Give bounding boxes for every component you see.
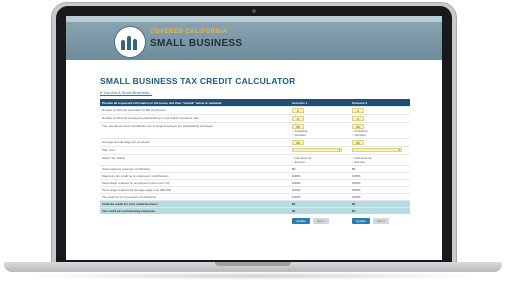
result-value-scenario-2: 0.00% — [350, 179, 410, 187]
table-row: Select Tax Status Non-Exempt Exempt Non-… — [100, 154, 410, 166]
result-value-scenario-1: 0.00% — [290, 186, 350, 194]
row-label: Select Tax Status — [100, 154, 290, 166]
laptop-shadow — [26, 272, 480, 280]
result-value-scenario-2: $0 — [350, 165, 410, 173]
header-scenario-2: Scenario 2 — [350, 99, 410, 107]
total-label: Total tax credit for your small business — [100, 200, 290, 208]
result-value-scenario-1: 0.00% — [290, 193, 350, 201]
result-value-scenario-1: $0 — [290, 165, 350, 173]
plan-year-select-scenario-2[interactable] — [352, 148, 402, 152]
reset-button-scenario-1[interactable]: Reset — [312, 218, 329, 224]
breadcrumb-link[interactable]: If You Are A Small Business... — [100, 90, 410, 95]
participants-input-scenario-2[interactable]: 0 — [352, 116, 364, 121]
header-stripe — [66, 16, 442, 22]
result-value-scenario-1: 0.00% — [290, 172, 350, 180]
brand-name-top: COVERED CALIFORNIA — [150, 29, 228, 35]
logo-figure-icon — [133, 39, 137, 50]
total-row: Total tax credit for your small business… — [100, 200, 410, 208]
brand-name-bottom: SMALL BUSINESS — [150, 38, 243, 49]
result-row: Percentage reduced by average wage over … — [100, 186, 410, 194]
result-row: Maximum tax credit up to employers' cont… — [100, 172, 410, 180]
result-value-scenario-2: 0.00% — [350, 172, 410, 180]
main-content: SMALL BUSINESS TAX CREDIT CALCULATOR If … — [100, 64, 410, 225]
button-row-spacer — [100, 214, 290, 225]
laptop-base-notch — [215, 262, 291, 266]
camera-icon — [252, 9, 256, 13]
row-label: Average annual wage per employee — [100, 138, 290, 147]
table-row: Average annual wage per employee 60 60 — [100, 138, 410, 147]
table-row: Number of full time equivalent (FTE) emp… — [100, 106, 410, 115]
table-row: Your annual premium contribution per a s… — [100, 122, 410, 139]
row-label: Plan Year — [100, 146, 290, 155]
result-row: Percentage reduced by employees (count o… — [100, 179, 410, 187]
result-row: Total employer premium contribution $0 $… — [100, 165, 410, 173]
laptop-screen: COVERED CALIFORNIA SMALL BUSINESS SMALL … — [66, 16, 442, 260]
covered-california-logo-icon[interactable] — [114, 26, 146, 58]
row-label: Number of full time equivalent (FTE) emp… — [100, 106, 290, 115]
total-value-scenario-1: $0 — [290, 200, 350, 208]
total-value-scenario-2: $0 — [350, 200, 410, 208]
result-label: Total employer premium contribution — [100, 165, 290, 173]
fte-input-scenario-1[interactable]: 0 — [292, 108, 304, 113]
result-value-scenario-2: 0.00% — [350, 193, 410, 201]
table-header-row: Provide all requested information in the… — [100, 99, 410, 107]
result-row: Tax credit as % of premium contributions… — [100, 193, 410, 201]
page-title: SMALL BUSINESS TAX CREDIT CALCULATOR — [100, 76, 296, 86]
table-row: Number of full time employees participat… — [100, 114, 410, 123]
fte-input-scenario-2[interactable]: 0 — [352, 108, 364, 113]
result-value-scenario-1: 0.00% — [290, 179, 350, 187]
participants-input-scenario-1[interactable]: 0 — [292, 116, 304, 121]
row-label: Number of full time employees participat… — [100, 114, 290, 123]
radio-families-scenario-1[interactable]: Families — [292, 133, 348, 137]
logo-figure-icon — [127, 36, 131, 50]
result-label: Tax credit as % of premium contributions — [100, 193, 290, 201]
result-label: Percentage reduced by average wage over … — [100, 186, 290, 194]
update-button-scenario-2[interactable]: Update — [352, 218, 370, 224]
tax-credit-table: Provide all requested information in the… — [100, 99, 410, 225]
plan-year-select-scenario-1[interactable] — [292, 148, 342, 152]
radio-families-scenario-2[interactable]: Families — [352, 133, 408, 137]
header-scenario-1: Scenario 1 — [290, 99, 350, 107]
button-row: Update Reset Update Reset — [100, 214, 410, 225]
result-label: Maximum tax credit up to employers' cont… — [100, 172, 290, 180]
result-label: Percentage reduced by employees (count o… — [100, 179, 290, 187]
update-button-scenario-1[interactable]: Update — [292, 218, 310, 224]
reset-button-scenario-2[interactable]: Reset — [372, 218, 389, 224]
radio-exempt-scenario-2[interactable]: Exempt — [352, 160, 408, 164]
wage-input-scenario-2[interactable]: 60 — [352, 140, 364, 145]
row-label: Your annual premium contribution per a s… — [100, 122, 290, 139]
result-value-scenario-2: 0.00% — [350, 186, 410, 194]
table-row: Plan Year — [100, 146, 410, 155]
radio-exempt-scenario-1[interactable]: Exempt — [292, 160, 348, 164]
logo-figure-icon — [121, 40, 125, 50]
header-instructions: Provide all requested information in the… — [100, 99, 290, 107]
site-header: COVERED CALIFORNIA SMALL BUSINESS — [66, 16, 442, 60]
wage-input-scenario-1[interactable]: 60 — [292, 140, 304, 145]
